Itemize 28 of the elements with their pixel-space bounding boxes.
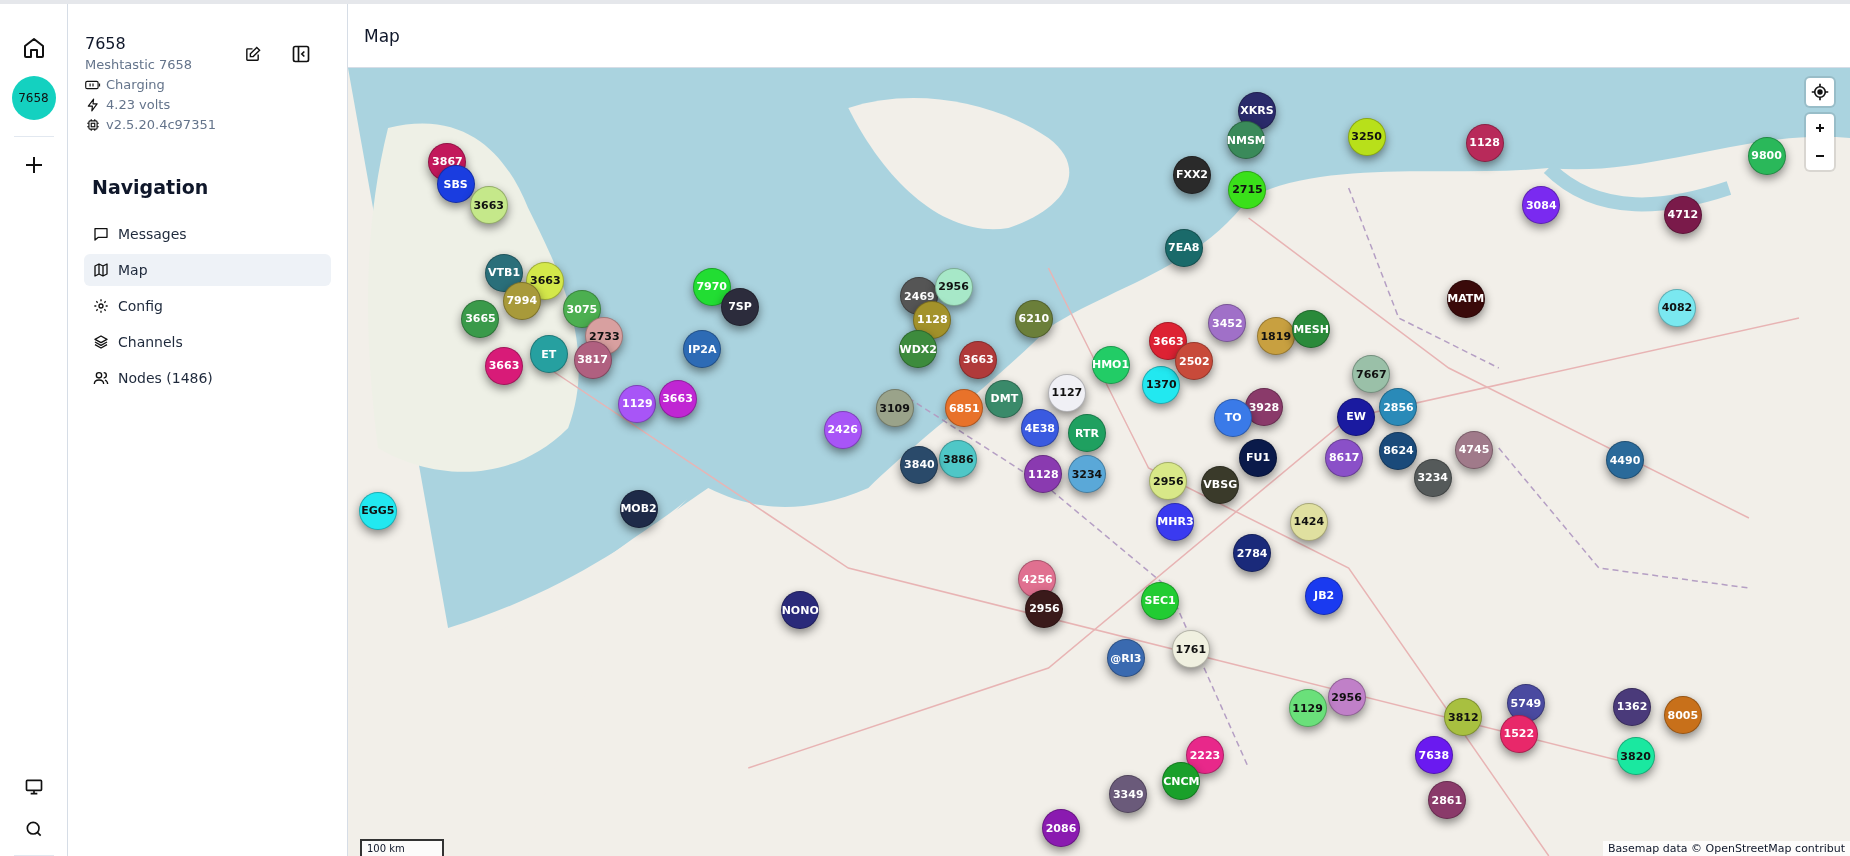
collapse-sidebar-icon[interactable] bbox=[291, 44, 311, 64]
device-avatar[interactable]: 7658 bbox=[11, 76, 56, 120]
nav-item[interactable]: Nodes (1486) bbox=[84, 362, 331, 394]
nav-item[interactable]: Messages bbox=[84, 218, 331, 250]
chat-icon bbox=[93, 226, 109, 242]
navigation-heading: Navigation bbox=[92, 176, 210, 198]
voltage-text: 4.23 volts bbox=[106, 97, 171, 112]
firmware-version: v2.5.20.4c97351 bbox=[106, 117, 216, 132]
users-icon bbox=[93, 370, 109, 386]
locate-icon bbox=[1811, 83, 1829, 101]
nav-item[interactable]: Channels bbox=[84, 326, 331, 358]
locate-button[interactable] bbox=[1806, 78, 1834, 106]
layers-icon bbox=[93, 334, 109, 350]
nav-item[interactable]: Config bbox=[84, 290, 331, 322]
map-scale: 100 km bbox=[360, 839, 444, 856]
edit-icon[interactable] bbox=[244, 46, 261, 63]
page-title: Map bbox=[364, 25, 400, 46]
device-long-name: Meshtastic 7658 bbox=[85, 57, 194, 72]
settings-icon bbox=[93, 298, 109, 314]
map-icon bbox=[93, 262, 109, 278]
home-icon[interactable] bbox=[21, 36, 46, 60]
device-name: 7658 bbox=[85, 34, 127, 53]
lightning-icon bbox=[85, 97, 101, 112]
monitor-icon[interactable] bbox=[23, 777, 44, 797]
nav-item[interactable]: Map bbox=[84, 254, 331, 286]
battery-status: Charging bbox=[106, 77, 165, 92]
map-attribution: Basemap data © OpenStreetMap contribut bbox=[1603, 841, 1850, 856]
chip-icon bbox=[85, 117, 101, 132]
